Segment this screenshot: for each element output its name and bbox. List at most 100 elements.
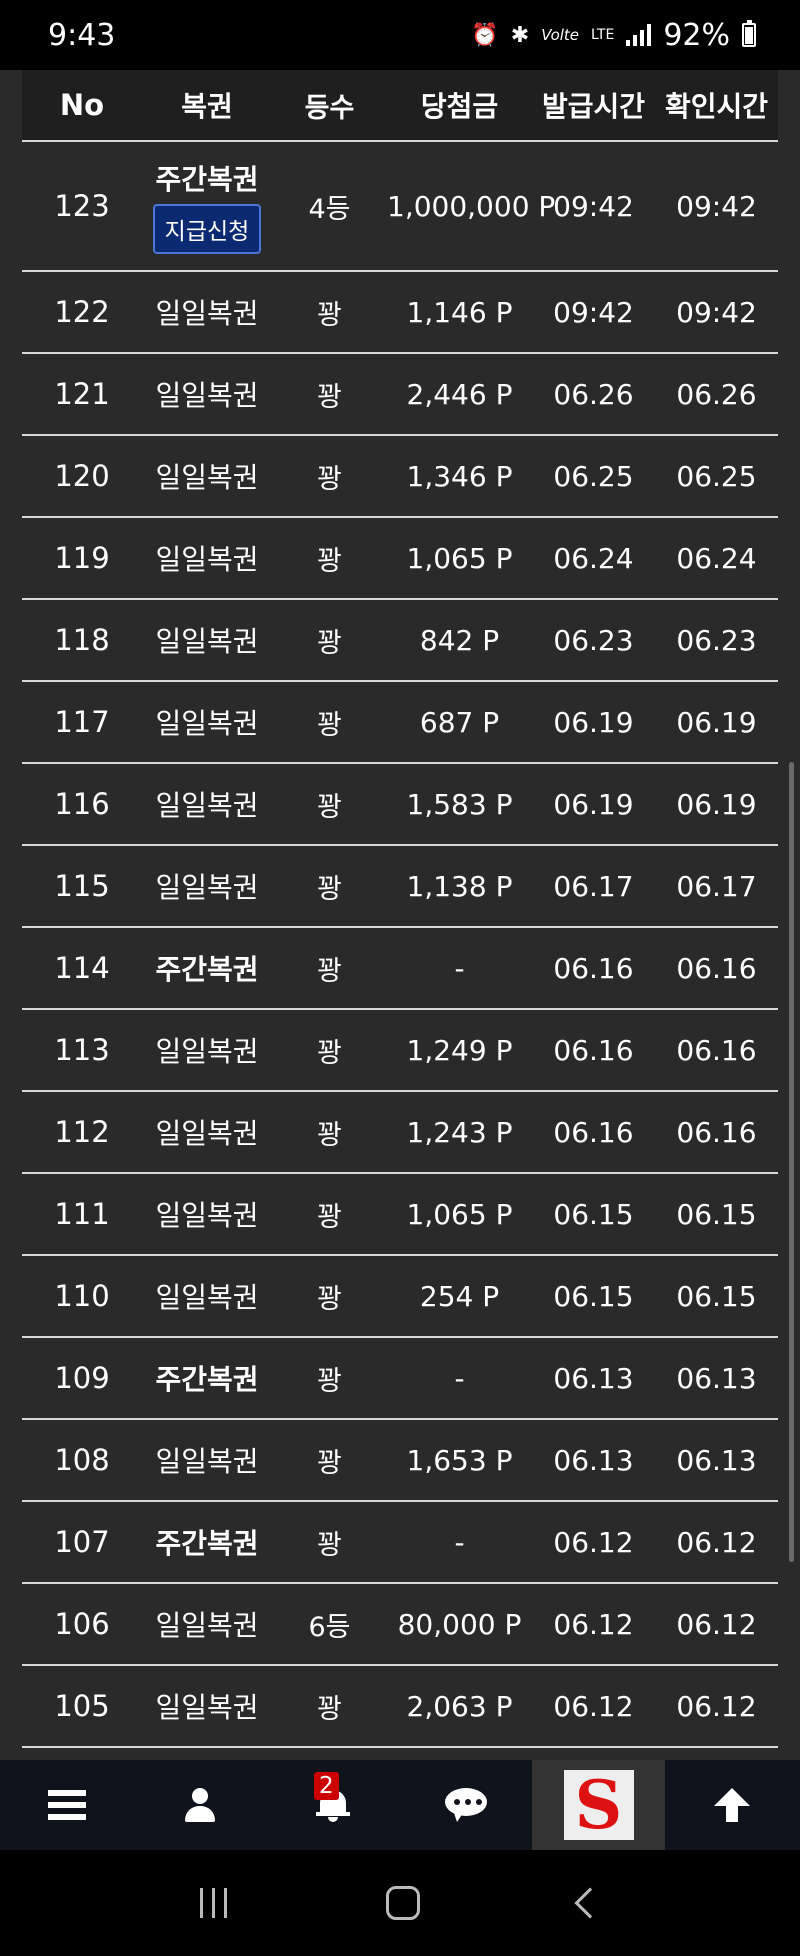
cell-no: 114	[54, 951, 110, 985]
cell-rank: 꽝	[317, 873, 342, 905]
cell-kind: 일일복권	[155, 543, 259, 576]
table-row: 108 일일복권 꽝 1,653 P 06.13 06.13	[22, 1420, 778, 1502]
user-icon	[183, 1788, 217, 1822]
profile-button[interactable]	[133, 1760, 266, 1850]
cell-checked: 06.13	[676, 1361, 757, 1395]
cell-no: 121	[54, 377, 110, 411]
recent-apps-button[interactable]	[199, 1888, 227, 1918]
cell-kind: 주간복권 지급신청	[142, 158, 272, 254]
cell-checked: 06.16	[676, 1033, 757, 1067]
table-row: 107 주간복권 꽝 - 06.12 06.12	[22, 1502, 778, 1584]
bottom-nav: 2 S	[0, 1760, 800, 1850]
cell-rank: 꽝	[317, 463, 342, 495]
cell-no: 115	[54, 869, 110, 903]
menu-button[interactable]	[0, 1760, 133, 1850]
cell-prize: 842 P	[419, 623, 500, 657]
cell-no: 113	[54, 1033, 110, 1067]
arrow-up-icon	[713, 1788, 750, 1822]
cell-rank: 꽝	[317, 381, 342, 413]
cell-checked: 06.24	[676, 541, 757, 575]
apply-payment-button[interactable]: 지급신청	[152, 204, 262, 254]
cell-prize: 1,653 P	[406, 1443, 513, 1477]
table-row: 118 일일복권 꽝 842 P 06.23 06.23	[22, 600, 778, 682]
cell-no: 110	[54, 1279, 110, 1313]
table-row: 122 일일복권 꽝 1,146 P 09:42 09:42	[22, 272, 778, 354]
cell-kind: 주간복권	[155, 1527, 259, 1560]
table-row: 115 일일복권 꽝 1,138 P 06.17 06.17	[22, 846, 778, 928]
cell-checked: 06.23	[676, 623, 757, 657]
table-row: 114 주간복권 꽝 - 06.16 06.16	[22, 928, 778, 1010]
cell-rank: 꽝	[317, 1529, 342, 1561]
cell-rank: 꽝	[317, 1365, 342, 1397]
cell-kind: 주간복권	[155, 1363, 259, 1396]
lte-icon: LTE	[591, 27, 615, 43]
cell-checked: 06.16	[676, 1115, 757, 1149]
cell-kind: 일일복권	[155, 1281, 259, 1314]
header-checked: 확인시간	[664, 90, 769, 123]
cell-kind: 일일복권	[155, 379, 259, 412]
cell-checked: 06.12	[676, 1689, 757, 1723]
cell-checked: 06.26	[676, 377, 757, 411]
cell-no: 105	[54, 1689, 110, 1723]
cell-rank: 꽝	[317, 1283, 342, 1315]
cell-checked: 09:42	[676, 295, 757, 329]
notification-button[interactable]: 2	[266, 1760, 399, 1850]
table-row: 111 일일복권 꽝 1,065 P 06.15 06.15	[22, 1174, 778, 1256]
cell-checked: 06.12	[676, 1525, 757, 1559]
scroll-top-button[interactable]	[665, 1760, 798, 1850]
header-issued: 발급시간	[541, 90, 646, 123]
cell-prize: 1,583 P	[406, 787, 513, 821]
table-row: 117 일일복권 꽝 687 P 06.19 06.19	[22, 682, 778, 764]
bluetooth-icon: ✱	[510, 22, 530, 48]
table-row: 109 주간복권 꽝 - 06.13 06.13	[22, 1338, 778, 1420]
alarm-icon: ⏰	[471, 22, 499, 48]
chat-button[interactable]	[399, 1760, 532, 1850]
cell-issued: 06.12	[553, 1525, 634, 1559]
scrollbar[interactable]	[789, 762, 794, 1562]
cell-issued: 06.16	[553, 1033, 634, 1067]
cell-rank: 6등	[308, 1611, 351, 1643]
cell-issued: 06.24	[553, 541, 634, 575]
cell-prize-value: 1,000,000	[387, 189, 530, 223]
cell-rank: 꽝	[317, 791, 342, 823]
cell-rank: 꽝	[317, 299, 342, 331]
cell-no: 112	[54, 1115, 110, 1149]
table-row: 105 일일복권 꽝 2,063 P 06.12 06.12	[22, 1666, 778, 1748]
cell-issued: 06.16	[553, 951, 634, 985]
system-nav-bar	[0, 1850, 800, 1956]
home-button[interactable]	[385, 1886, 420, 1920]
table-row: 106 일일복권 6등 80,000 P 06.12 06.12	[22, 1584, 778, 1666]
back-button[interactable]	[573, 1887, 606, 1919]
cell-kind: 일일복권	[155, 1199, 259, 1232]
lottery-history-page[interactable]: No 복권 등수 당첨금 발급시간 확인시간 123 주간복권 지급신청 4등 …	[0, 70, 800, 1760]
cell-kind: 일일복권	[155, 461, 259, 494]
cell-prize: 1,065 P	[406, 541, 513, 575]
chat-icon	[444, 1788, 487, 1822]
table-row: 119 일일복권 꽝 1,065 P 06.24 06.24	[22, 518, 778, 600]
table-row: 123 주간복권 지급신청 4등 1,000,000 P 09:42 09:42	[22, 142, 778, 272]
cell-no: 116	[54, 787, 110, 821]
cell-rank: 꽝	[317, 627, 342, 659]
signal-icon	[626, 24, 652, 46]
cell-kind: 일일복권	[155, 1035, 259, 1068]
cell-checked: 06.17	[676, 869, 757, 903]
cell-issued: 06.15	[553, 1197, 634, 1231]
cell-prize: -	[454, 1525, 465, 1559]
cell-checked: 06.25	[676, 459, 757, 493]
cell-issued: 09:42	[553, 189, 634, 223]
cell-issued: 06.26	[553, 377, 634, 411]
cell-no: 119	[54, 541, 110, 575]
header-prize: 당첨금	[420, 90, 499, 123]
cell-prize: 1,243 P	[406, 1115, 513, 1149]
status-icons: ⏰ ✱ Volte LTE 92%	[471, 18, 756, 53]
header-kind: 복권	[181, 90, 233, 123]
cell-no: 122	[54, 295, 110, 329]
cell-rank: 꽝	[317, 1693, 342, 1725]
cell-checked: 06.16	[676, 951, 757, 985]
site-logo-button[interactable]: S	[532, 1760, 665, 1850]
cell-checked: 06.19	[676, 705, 757, 739]
cell-issued: 06.13	[553, 1361, 634, 1395]
cell-checked: 06.19	[676, 787, 757, 821]
cell-no: 111	[54, 1197, 110, 1231]
battery-icon	[742, 20, 756, 47]
